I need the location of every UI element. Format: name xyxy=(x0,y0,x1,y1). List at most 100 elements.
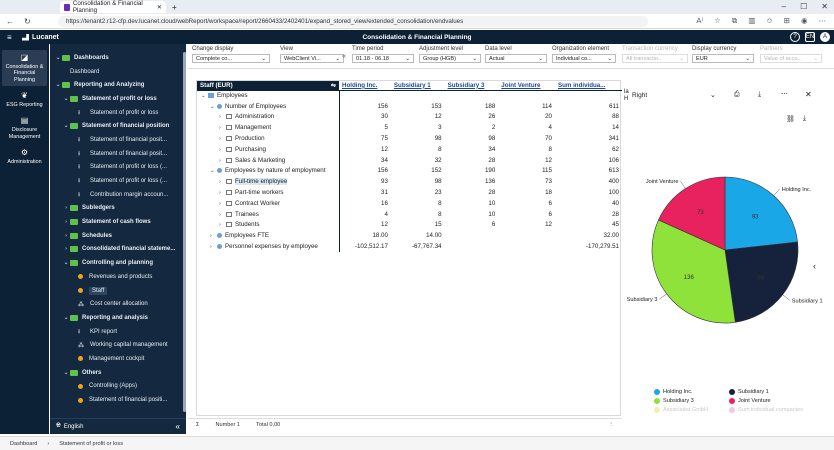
value-cell[interactable]: 18.00 xyxy=(339,230,391,241)
filter-dropdown[interactable]: WebClient Vi... ⌄ xyxy=(280,54,344,63)
value-cell[interactable]: 34 xyxy=(339,155,391,166)
value-cell[interactable]: 75 xyxy=(339,133,391,144)
split-screen-icon[interactable]: ▥ xyxy=(748,16,755,26)
nav-item[interactable]: ⭳ Statement of profit or loss (... xyxy=(50,161,186,175)
value-cell[interactable] xyxy=(498,90,555,101)
nav-item[interactable]: Dashboard xyxy=(50,65,186,79)
minimize-icon[interactable]: – xyxy=(782,2,786,11)
chevron-icon[interactable]: ⌄ xyxy=(62,123,70,129)
value-cell[interactable]: 6 xyxy=(445,220,499,231)
more-icon[interactable]: ⋯ xyxy=(819,16,827,26)
chevron-down-icon[interactable]: ⌄ xyxy=(710,91,716,99)
nav-item[interactable]: ⌄ Dashboards xyxy=(50,51,186,65)
table-row[interactable]: › Full-time employee 93 98 136 73 400 xyxy=(197,176,622,188)
export-icon[interactable]: ⤓ xyxy=(803,115,806,123)
value-cell[interactable]: 5 xyxy=(339,122,391,133)
chevron-icon[interactable]: ⌄ xyxy=(62,315,70,321)
table-row[interactable]: › Management 5 3 2 4 14 xyxy=(197,122,622,134)
filter-dropdown[interactable]: Group (HGB) ⌄ xyxy=(419,54,481,63)
collapse-nav-button[interactable]: « xyxy=(176,422,180,431)
nav-item[interactable]: › Consolidated financial stateme... xyxy=(50,243,186,257)
nav-item[interactable]: Staff xyxy=(50,284,186,298)
nav-item[interactable]: ⌄ Statement of profit or loss xyxy=(50,92,186,106)
nav-item[interactable]: ⌄ Statement of financial position xyxy=(50,119,186,133)
value-cell[interactable]: 20 xyxy=(498,112,555,123)
value-cell[interactable]: 26 xyxy=(445,112,499,123)
toolbar-filter[interactable]: Time period 01.18 - 06.18 ⌄ xyxy=(352,46,414,63)
nav-item[interactable]: ⭳ Statement of profit or loss xyxy=(50,106,186,120)
value-cell[interactable]: 98 xyxy=(445,133,499,144)
value-cell[interactable]: 3 xyxy=(391,122,445,133)
chevron-icon[interactable]: › xyxy=(62,219,70,225)
table-row[interactable]: › Administration 30 12 26 20 88 xyxy=(197,111,622,123)
value-cell[interactable]: 10 xyxy=(445,198,499,209)
toolbar-filter[interactable]: Transaction currency All transactio... ⌄ xyxy=(622,46,688,63)
toolbar-filter[interactable]: Organization element Individual co... ⌄ xyxy=(552,46,616,63)
expand-toggle-icon[interactable]: › xyxy=(210,244,217,250)
expand-toggle-icon[interactable]: › xyxy=(219,190,226,196)
nav-item[interactable]: Controlling (Apps) xyxy=(50,380,186,394)
url-field[interactable]: https://tenant2.r12-cfp.dev.lucanet.clou… xyxy=(58,16,648,27)
value-cell[interactable]: 100 xyxy=(555,187,622,198)
profile-icon[interactable]: ◉ xyxy=(801,16,808,26)
expand-toggle-icon[interactable]: › xyxy=(219,147,226,153)
value-cell[interactable]: 8 xyxy=(498,144,555,155)
nav-item[interactable]: ⭳ Contribution margin accoun... xyxy=(50,188,186,202)
toolbar-filter[interactable]: Adjustment level Group (HGB) ⌄ xyxy=(419,46,481,63)
link-icon[interactable]: ⛓ xyxy=(786,115,795,123)
filter-dropdown[interactable]: EUR ⌄ xyxy=(692,54,754,63)
expand-toggle-icon[interactable]: ⌄ xyxy=(201,93,208,99)
nav-item[interactable]: Revenues and products xyxy=(50,270,186,284)
chevron-icon[interactable]: ⌄ xyxy=(62,260,70,266)
value-cell[interactable]: 70 xyxy=(498,133,555,144)
legend-item[interactable]: Sum individual companies xyxy=(729,407,804,413)
column-header[interactable]: Subsidiary 3 xyxy=(444,81,499,91)
value-cell[interactable]: 341 xyxy=(555,133,622,144)
value-cell[interactable]: 16 xyxy=(339,198,391,209)
nav-item[interactable]: ⭳ Statement of financial posit... xyxy=(50,133,186,147)
pie-slice[interactable] xyxy=(724,241,799,323)
rail-item-disclosure[interactable]: ▤ Disclosure Management xyxy=(2,113,47,143)
close-icon[interactable]: ✕ xyxy=(805,90,812,99)
column-header[interactable]: Joint Venture xyxy=(498,81,555,91)
value-cell[interactable] xyxy=(339,90,391,101)
nav-item[interactable]: › Subledgers xyxy=(50,202,186,216)
table-row[interactable]: › Personnel expenses by employee -102,512.… xyxy=(197,241,622,252)
value-cell[interactable]: 8 xyxy=(391,198,445,209)
value-cell[interactable] xyxy=(498,241,555,252)
nav-item[interactable]: ⌄ Reporting and Analyzing xyxy=(50,78,186,92)
nav-scrollbar[interactable] xyxy=(183,52,186,412)
value-cell[interactable]: 156 xyxy=(339,101,391,112)
toolbar-filter[interactable]: Display currency EUR ⌄ xyxy=(692,46,754,63)
filter-dropdown[interactable]: Value of acco... ⌄ xyxy=(760,54,822,63)
table-row[interactable]: › Contract Worker 16 8 10 6 40 xyxy=(197,197,622,209)
table-row[interactable]: ⌄ Number of Employees 156 153 188 114 611 xyxy=(197,100,622,112)
nav-item[interactable]: ⭳ KPI report xyxy=(50,325,186,339)
value-cell[interactable]: 14 xyxy=(555,122,622,133)
more-options-icon[interactable]: ⋯ xyxy=(781,90,788,98)
value-cell[interactable] xyxy=(445,90,499,101)
value-cell[interactable]: 8 xyxy=(391,209,445,220)
value-cell[interactable]: 28 xyxy=(445,187,499,198)
value-cell[interactable]: 4 xyxy=(498,122,555,133)
expand-toggle-icon[interactable]: › xyxy=(219,201,226,207)
value-cell[interactable]: 93 xyxy=(339,176,391,187)
value-cell[interactable]: 152 xyxy=(391,166,445,177)
collections-icon[interactable]: ⊞ xyxy=(784,16,790,26)
nav-item[interactable]: ⭳ Statement of profit or loss (... xyxy=(50,174,186,188)
table-row[interactable]: › Purchasing 12 8 34 8 62 xyxy=(197,143,622,155)
value-cell[interactable]: 12 xyxy=(391,112,445,123)
value-cell[interactable] xyxy=(445,241,499,252)
value-cell[interactable]: 62 xyxy=(555,144,622,155)
value-cell[interactable]: 115 xyxy=(498,166,555,177)
collapse-toolbar-icon[interactable]: « xyxy=(342,53,346,60)
value-cell[interactable]: 32.00 xyxy=(555,230,622,241)
reload-icon[interactable]: ↻ xyxy=(24,17,31,26)
value-cell[interactable]: -67,767.34 xyxy=(391,241,445,252)
value-cell[interactable]: 45 xyxy=(555,220,622,231)
value-cell[interactable]: 12 xyxy=(339,220,391,231)
nav-item[interactable]: › Statement of cash flows xyxy=(50,215,186,229)
value-cell[interactable]: 6 xyxy=(498,209,555,220)
value-cell[interactable]: 31 xyxy=(339,187,391,198)
chevron-icon[interactable]: ⌄ xyxy=(62,370,70,376)
